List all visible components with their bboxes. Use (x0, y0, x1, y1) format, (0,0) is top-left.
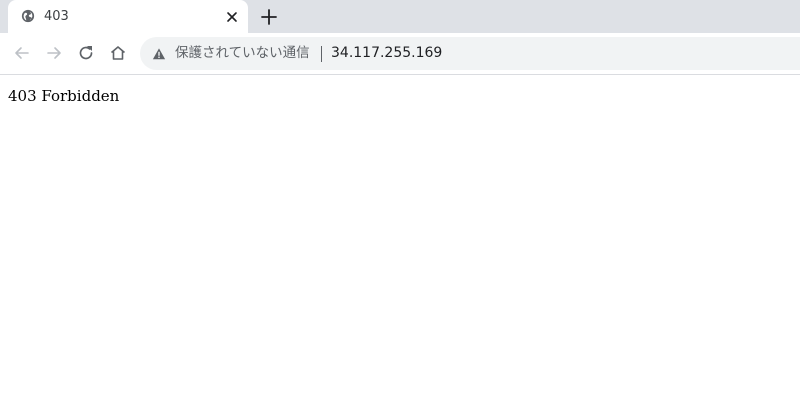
browser-window: 403 保護されていない通信 34.117.255.169 403 Forbid… (0, 0, 800, 400)
page-content: 403 Forbidden (0, 75, 800, 400)
tab-title: 403 (44, 9, 69, 24)
toolbar: 保護されていない通信 34.117.255.169 (0, 33, 800, 75)
globe-icon (21, 9, 35, 23)
new-tab-button[interactable] (259, 7, 279, 27)
omnibox-separator (321, 46, 322, 62)
address-bar[interactable]: 保護されていない通信 34.117.255.169 (140, 37, 800, 70)
reload-button[interactable] (76, 43, 96, 63)
security-status-label[interactable]: 保護されていない通信 (175, 45, 310, 62)
close-icon[interactable] (224, 9, 240, 25)
back-button[interactable] (12, 43, 32, 63)
url-text[interactable]: 34.117.255.169 (331, 45, 442, 62)
forward-button[interactable] (44, 43, 64, 63)
home-button[interactable] (108, 43, 128, 63)
page-body-text: 403 Forbidden (8, 87, 120, 105)
tab-active[interactable]: 403 (8, 0, 248, 33)
tab-strip: 403 (0, 0, 800, 33)
warning-triangle-icon[interactable] (152, 47, 166, 61)
